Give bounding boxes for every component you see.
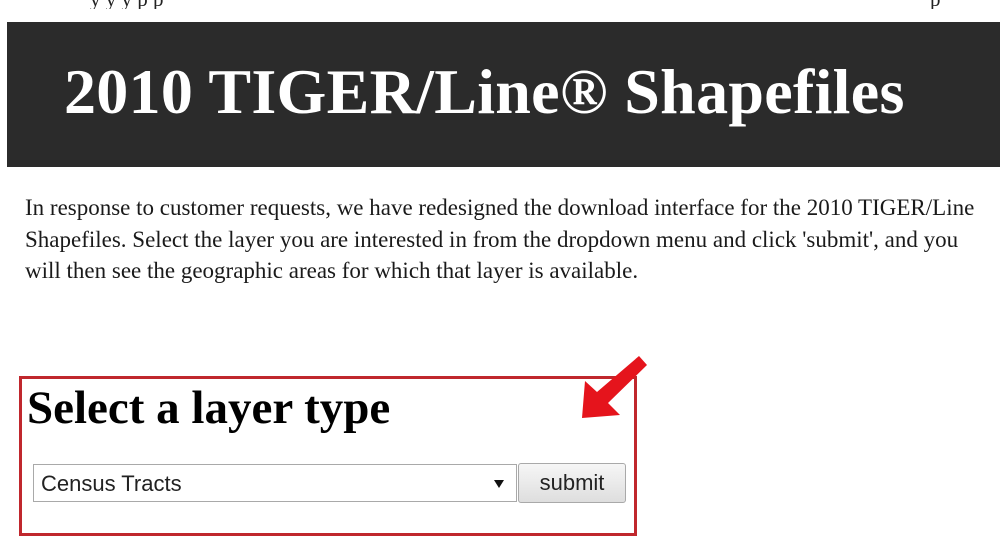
cropped-top-text-left: y y y p p bbox=[90, 0, 164, 9]
layer-type-dropdown[interactable]: Census Tracts bbox=[33, 464, 517, 502]
cropped-top-text: y y y p p p bbox=[0, 0, 1000, 9]
layer-selector-panel: Select a layer type Census Tracts submit bbox=[19, 376, 637, 536]
dropdown-selected-value: Census Tracts bbox=[41, 471, 182, 496]
layer-selector-heading: Select a layer type bbox=[27, 382, 391, 434]
red-arrow-icon bbox=[582, 356, 647, 418]
chevron-down-icon bbox=[494, 480, 504, 488]
page-title: 2010 TIGER/Line® Shapefiles bbox=[64, 56, 905, 127]
intro-paragraph: In response to customer requests, we hav… bbox=[25, 195, 975, 283]
cropped-top-text-right: p bbox=[930, 0, 941, 9]
page-header-banner: 2010 TIGER/Line® Shapefiles bbox=[7, 22, 1000, 167]
red-arrow-shape bbox=[582, 356, 647, 418]
submit-button[interactable]: submit bbox=[518, 463, 626, 503]
